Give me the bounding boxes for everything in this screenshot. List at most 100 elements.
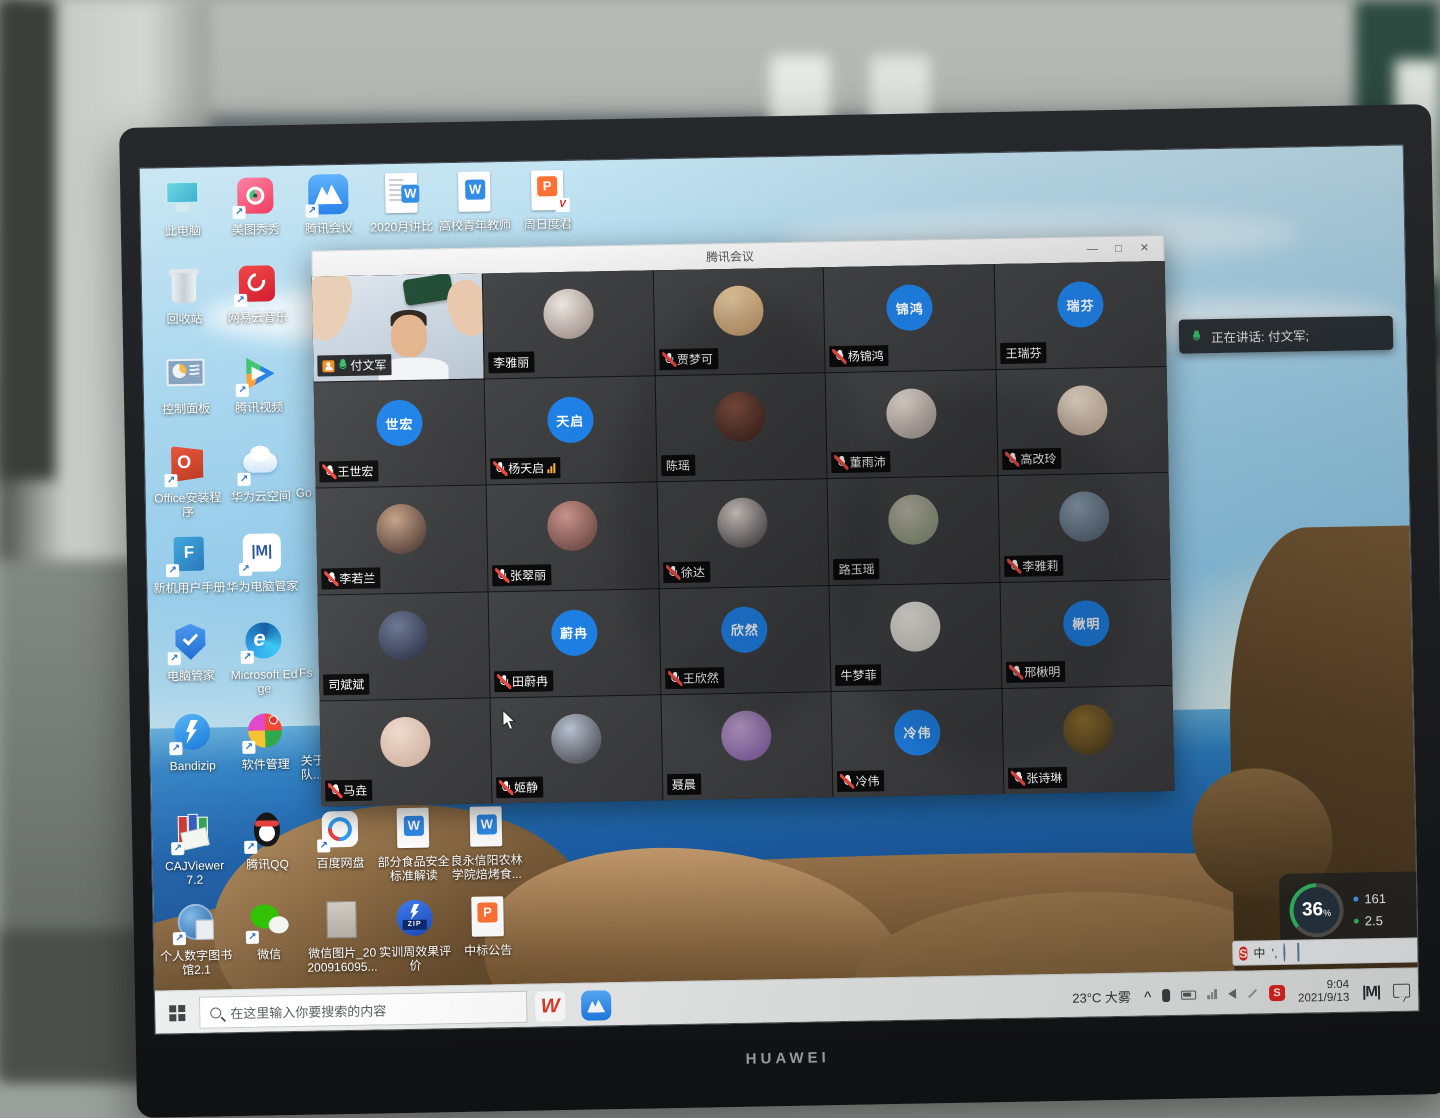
desktop-icon-office[interactable]: O↗Office安装程序 <box>151 439 224 519</box>
desktop-icon-netease[interactable]: ↗网易云音乐 <box>220 259 293 325</box>
maximize-button[interactable]: □ <box>1107 240 1129 258</box>
desktop-icon-library[interactable]: ↗个人数字图书馆2.1 <box>159 897 232 977</box>
sogou-input-toolbar[interactable]: S中 ’, <box>1232 937 1419 966</box>
battery-icon[interactable] <box>1181 990 1196 999</box>
name-plate: 李雅莉 <box>1004 554 1063 576</box>
desktop-icon-recycle[interactable]: 回收站 <box>147 260 220 326</box>
name-plate: 高改玲 <box>1002 448 1061 470</box>
participant-tile[interactable]: 楸明邢楸明 <box>1001 580 1173 688</box>
emoji-icon[interactable] <box>1283 943 1285 961</box>
desktop-icon-ppt-doc-v[interactable]: PV周日度君 <box>511 166 584 232</box>
taskbar-app-meeting[interactable] <box>573 983 620 1029</box>
participant-tile[interactable]: 蔚冉田蔚冉 <box>488 589 660 697</box>
search-input[interactable]: 在这里输入你要搜索的内容 <box>199 991 528 1029</box>
mic-muted-icon <box>837 456 847 469</box>
sogou-logo-icon[interactable]: S <box>1239 944 1247 962</box>
participant-tile[interactable]: 世宏王世宏 <box>314 380 486 488</box>
desktop-icon-word-doc[interactable]: W高校青年教师 <box>438 167 511 233</box>
close-button[interactable]: ✕ <box>1133 240 1155 258</box>
avatar: 蔚冉 <box>551 609 598 656</box>
edge-icon: e↗ <box>239 616 288 665</box>
desktop-icon-shield[interactable]: ↗电脑管家 <box>154 617 227 683</box>
participant-tile[interactable]: 张诗琳 <box>1003 686 1175 794</box>
speed-dot-icon <box>1353 896 1358 901</box>
volume-icon[interactable] <box>1228 989 1236 999</box>
participant-tile[interactable]: 徐达 <box>657 480 829 588</box>
participant-tile[interactable]: 董雨沛 <box>826 370 998 478</box>
participant-tile[interactable]: 司斌斌 <box>318 592 490 700</box>
word-doc-icon: W <box>388 803 437 852</box>
participant-tile[interactable]: 高改玲 <box>997 367 1169 475</box>
participant-tile[interactable]: 聂晨 <box>661 692 833 800</box>
action-center-icon[interactable] <box>1393 984 1410 998</box>
participant-tile[interactable]: 贾梦可 <box>653 267 825 375</box>
participant-tile[interactable]: 马垚 <box>320 698 492 806</box>
desktop-icon-ppt-doc[interactable]: P中标公告 <box>451 892 524 958</box>
participant-tile[interactable]: 瑞芬王瑞芬 <box>995 261 1167 369</box>
taskbar-app-wps[interactable]: W <box>527 983 574 1029</box>
desktop-icon-baidu[interactable]: ↗百度网盘 <box>303 805 376 871</box>
participant-tile[interactable]: 欣然王欣然 <box>659 586 831 694</box>
participant-tile[interactable]: 付文军 <box>312 273 484 381</box>
participant-tile[interactable]: 张翠丽 <box>486 483 658 591</box>
desktop-icon-meeting-ic[interactable]: ↗腾讯会议 <box>292 170 365 236</box>
chevron-up-icon[interactable]: ^ <box>1144 988 1152 1003</box>
avatar <box>547 501 598 552</box>
desktop-icon-panel[interactable]: 控制面板 <box>149 350 222 416</box>
speed-value: 161 <box>1364 891 1386 906</box>
participant-name: 贾梦可 <box>677 350 713 368</box>
minimize-button[interactable]: — <box>1081 241 1103 259</box>
participant-name: 聂晨 <box>672 776 696 793</box>
participant-tile[interactable]: 陈瑶 <box>655 373 827 481</box>
net-rows: 1612.5 <box>1353 891 1386 929</box>
keyboard-icon[interactable] <box>1297 943 1299 961</box>
huawei-pc-manager-icon[interactable]: |M| <box>1362 983 1380 1000</box>
weather-status[interactable]: 23°C 大雾 <box>1072 986 1131 1006</box>
start-button[interactable] <box>155 990 200 1034</box>
network-speed-widget[interactable]: 36% 1612.5 <box>1279 871 1420 948</box>
desktop-icon-pinwheel[interactable]: ↗软件管理 <box>229 706 302 772</box>
microphone-icon[interactable] <box>1162 988 1170 1001</box>
participant-tile[interactable]: 李雅丽 <box>483 270 655 378</box>
desktop-icon-meitu[interactable]: ↗美图秀秀 <box>219 171 292 237</box>
word-doc-icon: W <box>461 802 510 851</box>
participant-tile[interactable]: 冷伟冷伟 <box>832 689 1004 797</box>
participant-tile[interactable]: 锦鸿杨锦鸿 <box>824 264 996 372</box>
mouse-cursor <box>502 710 517 731</box>
desktop-icon-edge[interactable]: e↗Microsoft Edge <box>227 616 300 696</box>
participant-tile[interactable]: 路玉瑶 <box>828 476 1000 584</box>
desktop-icon-qq[interactable]: ↗腾讯QQ <box>231 806 304 872</box>
participant-tile[interactable]: 牛梦菲 <box>830 583 1002 691</box>
lang-indicator[interactable]: 中 <box>1253 944 1265 961</box>
avatar <box>543 289 594 340</box>
desktop-icon-hw-m[interactable]: |M|↗华为电脑管家 <box>225 528 298 594</box>
desktop-icon-this-pc[interactable]: 此电脑 <box>146 172 219 238</box>
participant-tile[interactable]: 李雅莉 <box>999 473 1171 581</box>
desktop-icon-image-file[interactable]: 微信图片_20200916095... <box>305 895 378 975</box>
desktop-icon-wechat[interactable]: ↗微信 <box>232 896 305 962</box>
netease-icon: ↗ <box>232 259 281 308</box>
sogou-tray-icon[interactable]: S <box>1269 985 1285 1001</box>
desktop-icon-label: 百度网盘 <box>304 856 376 871</box>
desktop-icon-zip[interactable]: ZIP实训周效果评价 <box>378 893 451 973</box>
desktop-icon-word-doc[interactable]: W良永信阳农林学院焙烤食... <box>449 802 522 882</box>
desktop-icon-manual[interactable]: F↗新机用户手册 <box>152 529 225 595</box>
pen-icon[interactable] <box>1247 992 1258 994</box>
percent-sign: % <box>1323 908 1331 918</box>
taskbar-clock[interactable]: 9:04 2021/9/13 <box>1298 979 1350 1006</box>
desktop-icon-label: 实训周效果评价 <box>379 944 452 973</box>
network-icon[interactable] <box>1207 989 1217 999</box>
clock-date: 2021/9/13 <box>1298 992 1349 1006</box>
desktop-icon-cloud[interactable]: ↗华为云空间 <box>224 438 297 504</box>
desktop-icon-label: 华为云空间 <box>225 489 297 504</box>
bandizip-icon: ↗ <box>168 707 217 756</box>
desktop-icon-tvideo[interactable]: ↗腾讯视频 <box>222 349 295 415</box>
punctuation-indicator[interactable]: ’, <box>1271 946 1277 960</box>
participant-tile[interactable]: 李若兰 <box>316 486 488 594</box>
participant-tile[interactable]: 天启杨天启 <box>485 377 657 485</box>
desktop-icon-word-doc[interactable]: W部分食品安全标准解读 <box>376 803 449 883</box>
desktop-icon-bandizip[interactable]: ↗Bandizip <box>156 707 229 773</box>
desktop-icon-caj[interactable]: ↗CAJViewer 7.2 <box>158 807 231 887</box>
desktop-icon-wps-doc[interactable]: W2020月讲比 <box>365 168 438 234</box>
participant-name: 冷伟 <box>855 772 879 789</box>
